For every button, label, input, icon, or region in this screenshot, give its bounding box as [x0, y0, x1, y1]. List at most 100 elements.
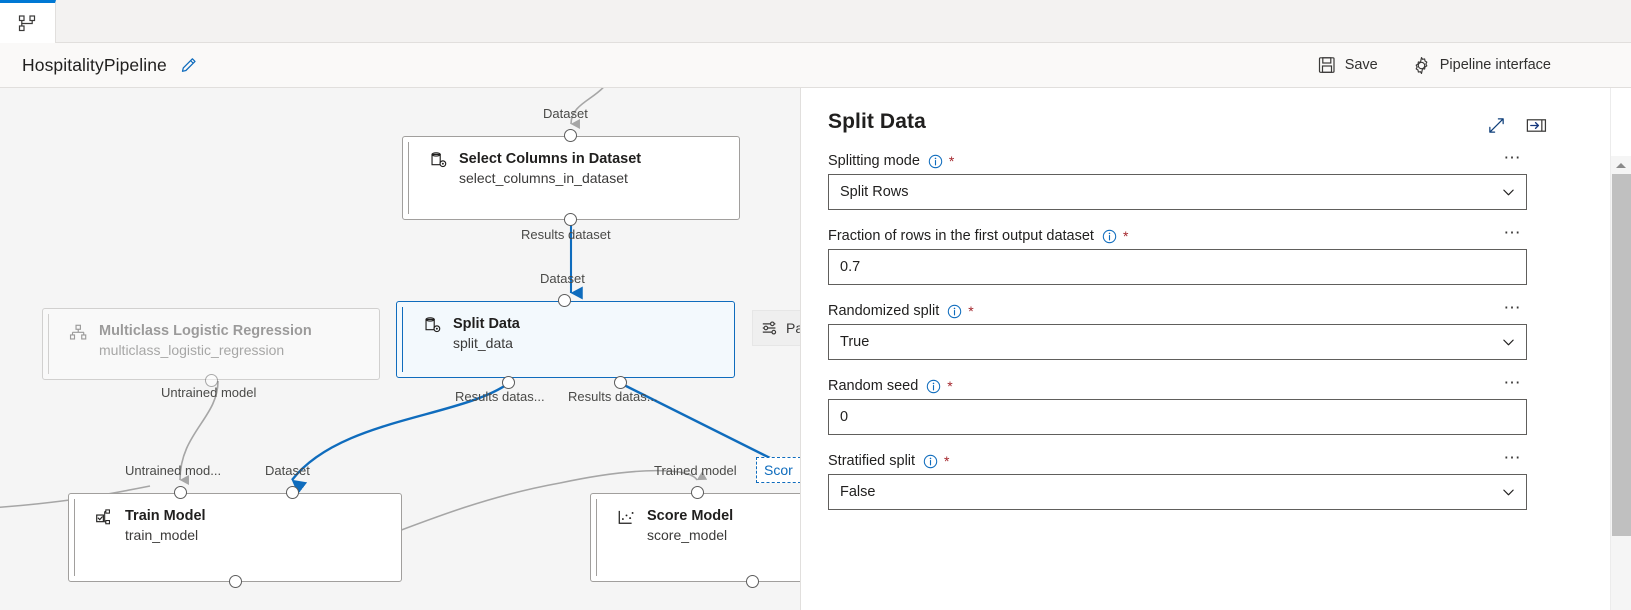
randomized-split-value: True [840, 334, 870, 350]
port-label-train-in-right: Dataset [265, 463, 310, 478]
field-label: Random seed [828, 378, 919, 394]
port-score-model-input-trained[interactable] [691, 486, 704, 499]
port-label-split-out-left: Results datas... [455, 389, 545, 404]
info-circle-icon[interactable] [928, 154, 943, 169]
field-label-row: Randomized split * [828, 298, 1553, 324]
node-multiclass-logistic-regression[interactable]: Multiclass Logistic Regression multiclas… [42, 308, 380, 380]
required-asterisk: * [1122, 228, 1129, 244]
field-splitting-mode: Splitting mode * ⋯ Split Rows [828, 148, 1553, 210]
node-parameters-chip-label: Pa [786, 320, 800, 336]
dataset-gear-icon [423, 316, 445, 335]
port-label-train-in-left: Untrained mod... [125, 463, 222, 478]
field-more-button[interactable]: ⋯ [1504, 223, 1523, 243]
randomized-split-select[interactable]: True [828, 324, 1527, 360]
pipeline-interface-button[interactable]: Pipeline interface [1410, 52, 1553, 79]
required-asterisk: * [948, 153, 955, 169]
field-label-row: Splitting mode * [828, 148, 1553, 174]
panel-header: Split Data [801, 88, 1631, 135]
port-split-data-output-left[interactable] [502, 376, 515, 389]
node-subtitle: split_data [453, 334, 513, 351]
port-label-select-out: Results dataset [521, 227, 611, 242]
save-button-label: Save [1344, 57, 1378, 73]
port-label-select-in: Dataset [543, 106, 588, 121]
node-accent-bar [74, 499, 75, 576]
collapse-panel-icon[interactable] [1526, 116, 1547, 135]
required-asterisk: * [968, 303, 974, 319]
field-more-button[interactable]: ⋯ [1504, 298, 1523, 318]
panel-title: Split Data [828, 110, 926, 133]
info-circle-icon[interactable] [926, 379, 941, 394]
pipeline-graph-icon [18, 14, 37, 33]
scroll-up-arrow-icon[interactable] [1611, 156, 1631, 174]
splitting-mode-select[interactable]: Split Rows [828, 174, 1527, 210]
port-train-model-input-untrained[interactable] [174, 486, 187, 499]
node-title: Score Model [647, 508, 734, 524]
field-label-row: Stratified split * [828, 448, 1553, 474]
scrollbar-thumb[interactable] [1612, 174, 1631, 536]
port-train-model-output[interactable] [229, 575, 242, 588]
save-button[interactable]: Save [1316, 52, 1380, 78]
field-random-seed: Random seed * ⋯ 0 [828, 373, 1553, 435]
port-label-split-in: Dataset [540, 271, 585, 286]
chevron-down-icon [1502, 186, 1515, 199]
field-more-button[interactable]: ⋯ [1504, 148, 1523, 168]
port-split-data-output-right[interactable] [614, 376, 627, 389]
field-more-button[interactable]: ⋯ [1504, 373, 1523, 393]
expand-diagonal-icon[interactable] [1487, 116, 1506, 135]
node-title: Select Columns in Dataset [459, 151, 642, 167]
random-seed-value: 0 [840, 409, 849, 425]
gear-icon [1412, 56, 1431, 75]
node-accent-bar [408, 142, 409, 214]
tab-pipeline-graph[interactable] [0, 0, 56, 43]
page-title: HospitalityPipeline [22, 54, 167, 75]
fraction-of-rows-value: 0.7 [840, 259, 861, 275]
toolbar-right: Save Pipeline interface [1316, 52, 1553, 79]
info-circle-icon[interactable] [947, 304, 962, 319]
port-train-model-input-dataset[interactable] [286, 486, 299, 499]
field-label: Fraction of rows in the first output dat… [828, 228, 1094, 244]
node-subtitle: multiclass_logistic_regression [99, 341, 285, 358]
node-label-group: Score Model score_model [647, 507, 733, 544]
node-title: Split Data [453, 316, 520, 332]
pipeline-designer-app: HospitalityPipeline Save Pipeline interf… [0, 0, 1631, 610]
node-label-group: Multiclass Logistic Regression multiclas… [99, 322, 312, 359]
panel-header-actions [1487, 110, 1605, 135]
node-accent-bar [48, 314, 49, 374]
node-accent-bar [402, 307, 403, 372]
model-branch-icon [69, 323, 91, 342]
node-parameters-chip[interactable]: Pa [752, 310, 800, 346]
splitting-mode-value: Split Rows [840, 184, 909, 200]
dataset-gear-icon [429, 151, 451, 170]
node-label-group: Train Model train_model [125, 507, 206, 544]
field-label: Splitting mode [828, 153, 920, 169]
sliders-icon [761, 319, 779, 337]
port-select-columns-input[interactable] [564, 129, 577, 142]
field-label-row: Fraction of rows in the first output dat… [828, 223, 1553, 249]
port-mlr-output[interactable] [205, 374, 218, 387]
pipeline-canvas[interactable]: Select Columns in Dataset select_columns… [0, 88, 800, 610]
fraction-of-rows-input[interactable]: 0.7 [828, 249, 1527, 285]
stratified-split-select[interactable]: False [828, 474, 1527, 510]
node-split-data[interactable]: Split Data split_data [396, 301, 735, 378]
port-score-model-output[interactable] [746, 575, 759, 588]
info-circle-icon[interactable] [923, 454, 938, 469]
tab-strip [0, 0, 1631, 43]
port-select-columns-output[interactable] [564, 213, 577, 226]
port-label-mlr-out: Untrained model [161, 385, 257, 400]
floppy-disk-icon [1318, 56, 1336, 74]
scrollbar-track-top[interactable] [1611, 88, 1631, 156]
node-score-model[interactable]: Score Model score_model [590, 493, 800, 582]
random-seed-input[interactable]: 0 [828, 399, 1527, 435]
pipeline-interface-label: Pipeline interface [1439, 57, 1551, 73]
node-train-model[interactable]: Train Model train_model [68, 493, 402, 582]
panel-scrollbar[interactable] [1610, 88, 1631, 610]
info-circle-icon[interactable] [1102, 229, 1117, 244]
node-select-columns-in-dataset[interactable]: Select Columns in Dataset select_columns… [402, 136, 740, 220]
port-split-data-input[interactable] [558, 294, 571, 307]
required-asterisk: * [944, 453, 950, 469]
node-subtitle: score_model [647, 526, 728, 543]
port-label-split-out-right: Results datas... [568, 389, 658, 404]
field-randomized-split: Randomized split * ⋯ True [828, 298, 1553, 360]
pencil-icon[interactable] [180, 57, 197, 74]
field-more-button[interactable]: ⋯ [1504, 448, 1523, 468]
